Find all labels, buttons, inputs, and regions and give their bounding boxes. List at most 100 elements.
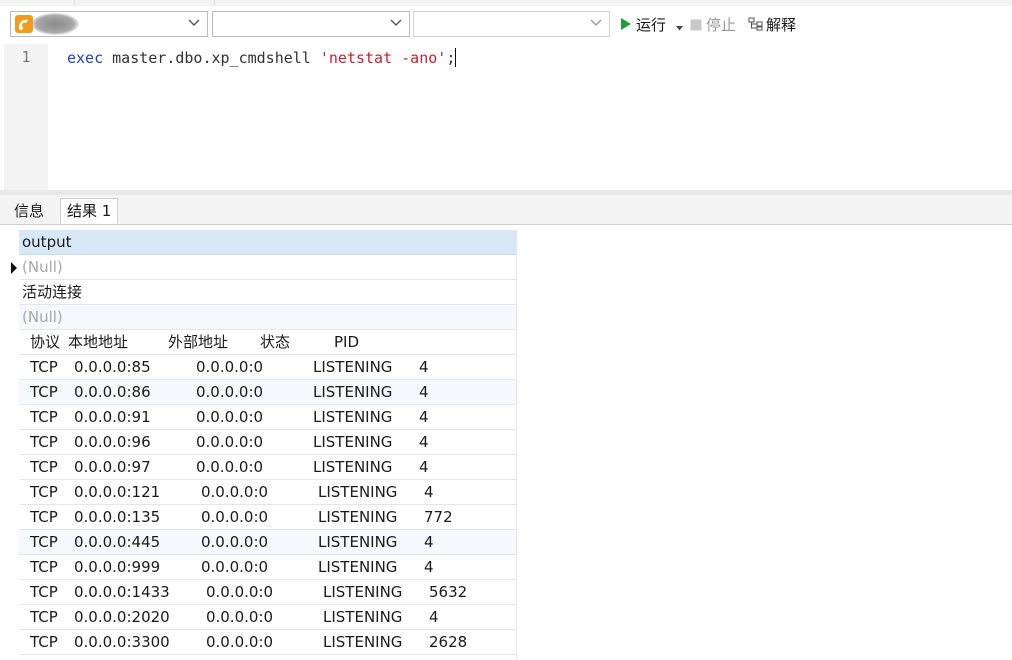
proto-cell: TCP	[30, 508, 58, 526]
foreign-cell: 0.0.0.0:0	[206, 633, 274, 651]
local-cell: 0.0.0.0:121	[74, 483, 161, 501]
sql-procedure: master.dbo.xp_cmdshell	[103, 49, 320, 67]
proto-cell: TCP	[30, 583, 58, 601]
pid-cell: 4	[419, 383, 429, 401]
proto-cell: TCP	[30, 433, 58, 451]
proto-cell: TCP	[30, 383, 58, 401]
state-cell: LISTENING	[318, 508, 398, 526]
null-cell: (Null)	[22, 258, 63, 276]
state-cell: LISTENING	[313, 383, 393, 401]
chevron-down-icon	[590, 16, 604, 32]
foreign-cell: 0.0.0.0:0	[196, 433, 264, 451]
table-row[interactable]: TCP 0.0.0.0:445 0.0.0.0:0 LISTENING 4	[19, 530, 516, 555]
connection-select[interactable]	[10, 11, 208, 37]
query-toolbar: 运行 停止 解释	[0, 6, 1012, 44]
local-cell: 0.0.0.0:445	[74, 533, 161, 551]
explain-icon	[748, 16, 764, 36]
state-header-text: 状态	[260, 333, 291, 351]
pid-cell: 772	[424, 508, 453, 526]
table-row[interactable]: (Null)	[19, 255, 516, 280]
pid-cell: 5632	[429, 583, 468, 601]
foreign-cell: 0.0.0.0:0	[206, 608, 274, 626]
explain-button[interactable]: 解释	[748, 15, 796, 35]
table-row[interactable]: TCP 0.0.0.0:121 0.0.0.0:0 LISTENING 4	[19, 480, 516, 505]
pid-cell: 4	[419, 358, 429, 376]
local-cell: 0.0.0.0:91	[74, 408, 151, 426]
text-caret	[455, 48, 457, 67]
foreign-cell: 0.0.0.0:0	[196, 408, 264, 426]
state-cell: LISTENING	[318, 483, 398, 501]
pid-cell: 4	[419, 433, 429, 451]
state-cell: LISTENING	[313, 458, 393, 476]
table-row[interactable]: TCP 0.0.0.0:2020 0.0.0.0:0 LISTENING 4	[19, 605, 516, 630]
stop-label: 停止	[706, 16, 737, 34]
proto-header-text: 协议	[30, 333, 61, 351]
tab-messages[interactable]: 信息	[8, 199, 50, 223]
table-row[interactable]: TCP 0.0.0.0:91 0.0.0.0:0 LISTENING 4	[19, 405, 516, 430]
state-cell: LISTENING	[323, 633, 403, 651]
local-cell: 0.0.0.0:86	[74, 383, 151, 401]
table-row[interactable]: TCP 0.0.0.0:999 0.0.0.0:0 LISTENING 4	[19, 555, 516, 580]
proto-cell: TCP	[30, 558, 58, 576]
pid-cell: 4	[424, 558, 434, 576]
chevron-down-icon	[188, 16, 202, 32]
result-tabs: 信息 结果 1	[0, 195, 1012, 225]
pid-cell: 4	[424, 533, 434, 551]
state-cell: LISTENING	[313, 358, 393, 376]
active-connections-cell: 活动连接	[22, 283, 83, 301]
proto-cell: TCP	[30, 633, 58, 651]
local-header-text: 本地地址	[68, 333, 129, 351]
table-row[interactable]: TCP 0.0.0.0:97 0.0.0.0:0 LISTENING 4	[19, 455, 516, 480]
sql-editor[interactable]: 1 exec master.dbo.xp_cmdshell 'netstat -…	[0, 44, 1012, 190]
sql-terminator: ;	[446, 49, 456, 67]
pid-header-text: PID	[334, 333, 360, 351]
table-row[interactable]: 活动连接	[19, 280, 516, 305]
stop-icon	[690, 16, 702, 36]
foreign-cell: 0.0.0.0:0	[206, 583, 274, 601]
run-dropdown-icon[interactable]	[675, 16, 683, 36]
table-row[interactable]: TCP 0.0.0.0:3300 0.0.0.0:0 LISTENING 2628	[19, 630, 516, 655]
chevron-down-icon	[390, 16, 404, 32]
null-cell: (Null)	[22, 308, 63, 326]
proto-cell: TCP	[30, 483, 58, 501]
proto-cell: TCP	[30, 533, 58, 551]
table-row[interactable]: (Null)	[19, 305, 516, 330]
database-select[interactable]	[212, 11, 410, 37]
foreign-cell: 0.0.0.0:0	[196, 458, 264, 476]
foreign-cell: 0.0.0.0:0	[196, 358, 264, 376]
foreign-cell: 0.0.0.0:0	[196, 383, 264, 401]
table-row[interactable]: TCP 0.0.0.0:1433 0.0.0.0:0 LISTENING 5632	[19, 580, 516, 605]
table-row[interactable]: TCP 0.0.0.0:86 0.0.0.0:0 LISTENING 4	[19, 380, 516, 405]
state-cell: LISTENING	[313, 433, 393, 451]
run-label: 运行	[636, 16, 667, 34]
local-cell: 0.0.0.0:1433	[74, 583, 170, 601]
explain-label: 解释	[766, 16, 797, 34]
table-row[interactable]: TCP 0.0.0.0:85 0.0.0.0:0 LISTENING 4	[19, 355, 516, 380]
play-icon	[620, 16, 632, 36]
state-cell: LISTENING	[323, 608, 403, 626]
local-cell: 0.0.0.0:85	[74, 358, 151, 376]
foreign-cell: 0.0.0.0:0	[201, 558, 269, 576]
code-line[interactable]: exec master.dbo.xp_cmdshell 'netstat -an…	[67, 48, 457, 67]
sql-keyword: exec	[67, 49, 104, 67]
table-row[interactable]: 协议 本地地址 外部地址 状态 PID	[19, 330, 516, 355]
stop-button[interactable]: 停止	[690, 15, 736, 35]
foreign-cell: 0.0.0.0:0	[201, 508, 269, 526]
foreign-cell: 0.0.0.0:0	[201, 483, 269, 501]
row-arrow-icon	[11, 262, 17, 274]
state-cell: LISTENING	[318, 533, 398, 551]
table-row[interactable]: TCP 0.0.0.0:135 0.0.0.0:0 LISTENING 772	[19, 505, 516, 530]
tab-result-1[interactable]: 结果 1	[60, 198, 119, 224]
grid-right-border	[516, 230, 517, 660]
pid-cell: 4	[424, 483, 434, 501]
column-header-output[interactable]: output	[19, 230, 516, 255]
state-cell: LISTENING	[323, 583, 403, 601]
run-button[interactable]: 运行	[620, 15, 687, 35]
foreign-header-text: 外部地址	[168, 333, 229, 351]
state-cell: LISTENING	[313, 408, 393, 426]
blurred-connection-name	[31, 13, 79, 35]
proto-cell: TCP	[30, 358, 58, 376]
schema-select[interactable]	[413, 11, 610, 37]
pid-cell: 4	[419, 408, 429, 426]
table-row[interactable]: TCP 0.0.0.0:96 0.0.0.0:0 LISTENING 4	[19, 430, 516, 455]
